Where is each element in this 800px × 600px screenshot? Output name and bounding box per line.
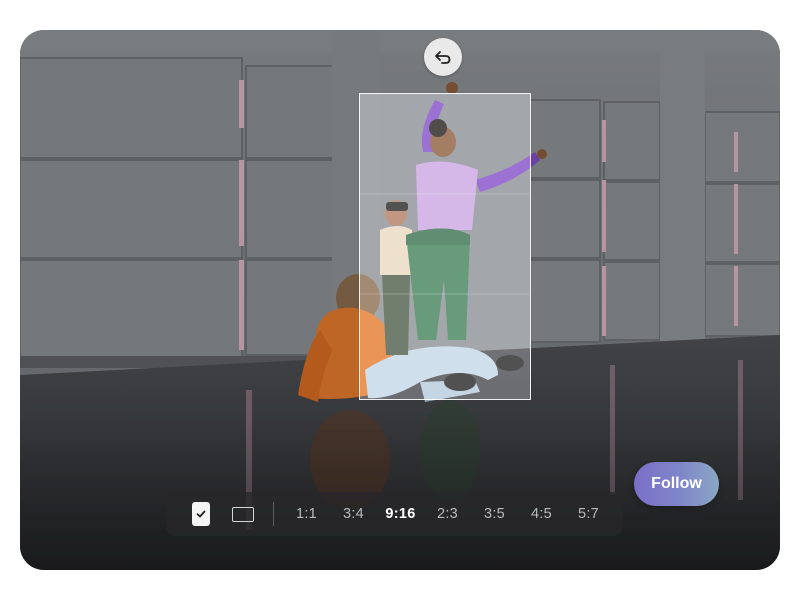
undo-button[interactable] xyxy=(424,38,462,76)
ratio-option-3-5[interactable]: 3:5 xyxy=(471,506,518,522)
toolbar-divider xyxy=(273,502,274,526)
ratio-option-2-3[interactable]: 2:3 xyxy=(424,506,471,522)
portrait-mode-button[interactable] xyxy=(192,502,210,526)
crop-grid-lines xyxy=(360,193,529,295)
ratio-option-4-5[interactable]: 4:5 xyxy=(518,506,565,522)
crop-window[interactable] xyxy=(359,93,531,400)
undo-icon xyxy=(435,51,451,64)
follow-button[interactable]: Follow xyxy=(634,462,719,506)
aspect-ratio-toolbar: 1:1 3:4 9:16 2:3 3:5 4:5 5:7 xyxy=(166,492,623,536)
ratio-option-1-1[interactable]: 1:1 xyxy=(283,506,330,522)
ratio-option-5-7[interactable]: 5:7 xyxy=(565,506,612,522)
ratio-option-3-4[interactable]: 3:4 xyxy=(330,506,377,522)
ratio-list: 1:1 3:4 9:16 2:3 3:5 4:5 5:7 xyxy=(283,506,612,522)
check-icon xyxy=(196,510,206,518)
ratio-option-9-16[interactable]: 9:16 xyxy=(377,506,424,522)
landscape-frame-icon[interactable] xyxy=(232,506,254,522)
